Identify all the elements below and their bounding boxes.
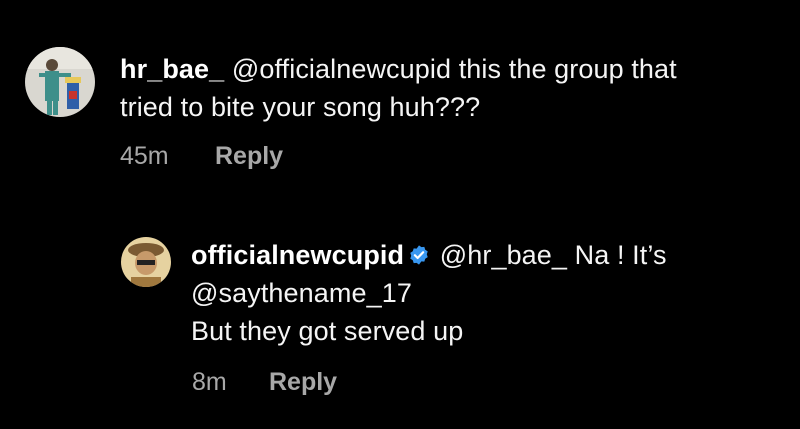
reply-avatar[interactable]	[121, 237, 171, 287]
comments-section: hr_bae_ @officialnewcupid this the group…	[0, 0, 800, 429]
commenter-avatar[interactable]	[25, 47, 95, 117]
reply-mention-link-2[interactable]: @saythename_17	[191, 278, 412, 308]
comment-body: hr_bae_ @officialnewcupid this the group…	[120, 50, 677, 126]
user-photo-icon	[25, 47, 95, 117]
verified-badge-icon	[410, 245, 428, 265]
reply-text-line3: But they got served up	[191, 316, 464, 346]
reply-mention-link[interactable]: @hr_bae_	[440, 240, 567, 270]
reply-body: officialnewcupid @hr_bae_ Na ! It’s @say…	[191, 236, 667, 350]
reply-timestamp: 8m	[192, 368, 227, 396]
comment-reply-button[interactable]: Reply	[215, 141, 283, 171]
comment-mention-link[interactable]: @officialnewcupid	[232, 54, 451, 84]
reply-reply-button[interactable]: Reply	[269, 367, 337, 397]
comment-text-line2: tried to bite your song huh???	[120, 92, 481, 122]
comment-timestamp: 45m	[120, 142, 169, 170]
comment-username[interactable]: hr_bae_	[120, 54, 224, 84]
comment-text-line1: this the group that	[451, 54, 677, 84]
reply-text-line1: Na ! It’s	[567, 240, 667, 270]
user-photo-icon	[121, 237, 171, 287]
reply-username[interactable]: officialnewcupid	[191, 240, 404, 270]
